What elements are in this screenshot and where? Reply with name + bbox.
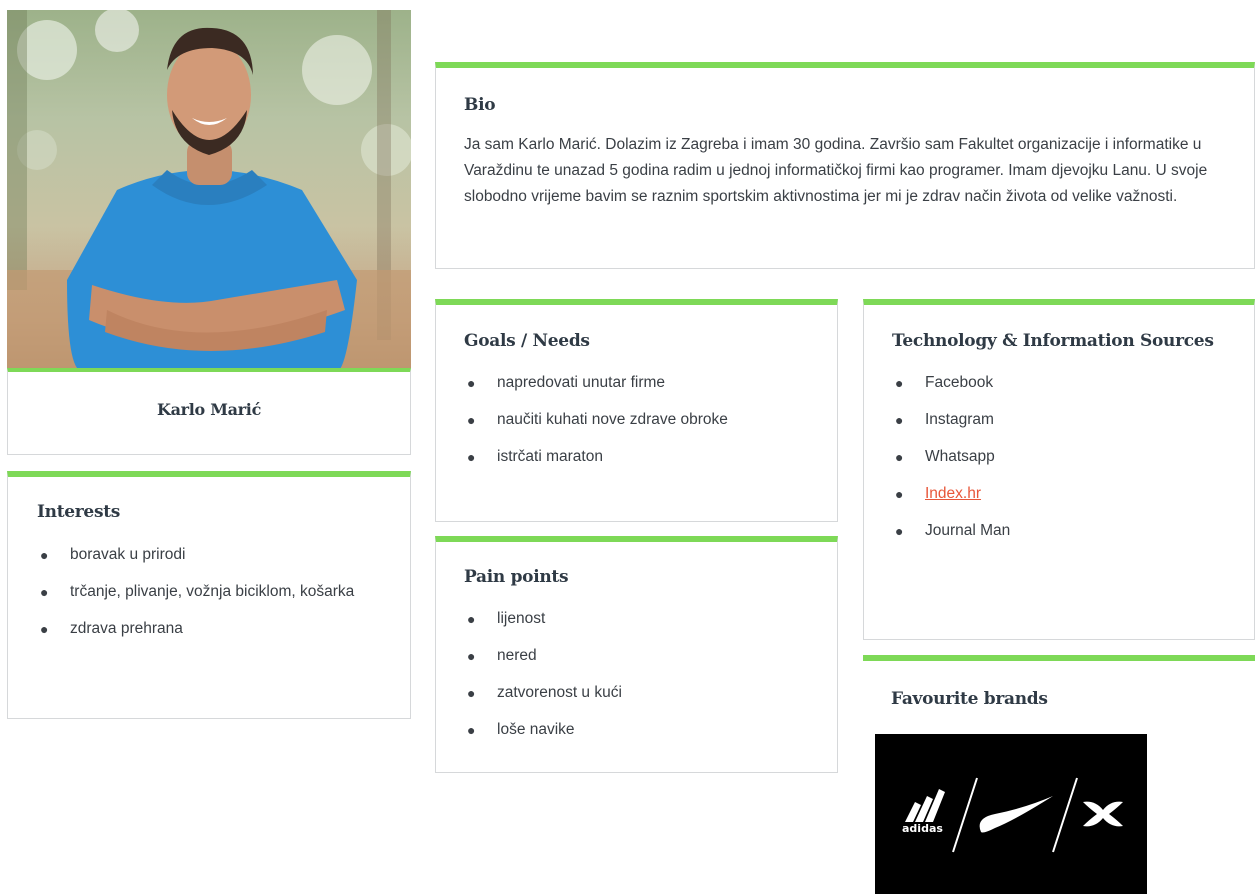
name-card: Karlo Marić — [7, 368, 411, 455]
list-item: ● Facebook — [895, 374, 994, 391]
bio-text: Ja sam Karlo Marić. Dolazim iz Zagreba i… — [464, 136, 1208, 205]
bio-title: Bio — [464, 95, 496, 115]
profile-photo — [7, 10, 411, 371]
list-item: ● naučiti kuhati nove zdrave obroke — [467, 411, 728, 428]
index-hr-link[interactable]: Index.hr — [925, 485, 981, 502]
brands-logo: adidas — [860, 734, 1147, 894]
technology-list: ● Facebook ● Instagram ● Whatsapp ● Index.hr… — [893, 372, 1233, 557]
pain-points-title: Pain points — [464, 567, 569, 587]
list-item: ● Whatsapp — [895, 448, 995, 465]
list-item: ● trčanje, plivanje, vožnja biciklom, koš… — [40, 583, 355, 600]
svg-text:adidas: adidas — [902, 822, 943, 835]
interests-card: Interests ● boravak u prirodi ● trčanje, p… — [7, 471, 411, 719]
goals-card: Goals / Needs ● napredovati unutar firme … — [435, 299, 838, 522]
nike-swoosh-icon — [979, 796, 1053, 833]
brand-logos-icon: adidas — [860, 777, 1123, 853]
technology-title: Technology & Information Sources — [892, 331, 1214, 351]
interests-list: ● boravak u prirodi ● trčanje, plivanje, v… — [38, 544, 358, 655]
brands-accent-bar — [863, 655, 1255, 661]
list-item: ● boravak u prirodi — [40, 546, 186, 563]
interests-title: Interests — [37, 502, 121, 522]
list-item: ● lijenost — [467, 610, 546, 627]
goals-list: ● napredovati unutar firme ● naučiti kuhat… — [465, 372, 815, 483]
pain-points-card: Pain points ● lijenost ● nered ● zatvorenos… — [435, 536, 838, 773]
under-armour-logo-icon — [1083, 801, 1123, 827]
person-photo-icon — [7, 10, 411, 371]
list-item: ● zatvorenost u kući — [467, 684, 622, 701]
bio-card: Bio Ja sam Karlo Marić. Dolazim iz Zagre… — [435, 62, 1255, 269]
list-item: ● zdrava prehrana — [40, 620, 183, 637]
pain-points-list: ● lijenost ● nered ● zatvorenost u kući ● lo… — [465, 608, 815, 756]
technology-card: Technology & Information Sources ● Facebo… — [863, 299, 1255, 640]
list-item: ● napredovati unutar firme — [467, 374, 666, 391]
brands-title: Favourite brands — [891, 689, 1048, 709]
profile-name: Karlo Marić — [156, 400, 262, 419]
list-item: ● istrčati maraton — [467, 448, 603, 465]
list-item: ● Index.hr — [895, 485, 982, 502]
list-item: ● nered — [467, 647, 537, 664]
goals-title: Goals / Needs — [464, 331, 590, 351]
list-item: ● Instagram — [895, 411, 994, 428]
list-item: ● Journal Man — [895, 522, 1011, 539]
adidas-logo-icon: adidas — [860, 789, 945, 835]
list-item: ● loše navike — [467, 721, 575, 738]
